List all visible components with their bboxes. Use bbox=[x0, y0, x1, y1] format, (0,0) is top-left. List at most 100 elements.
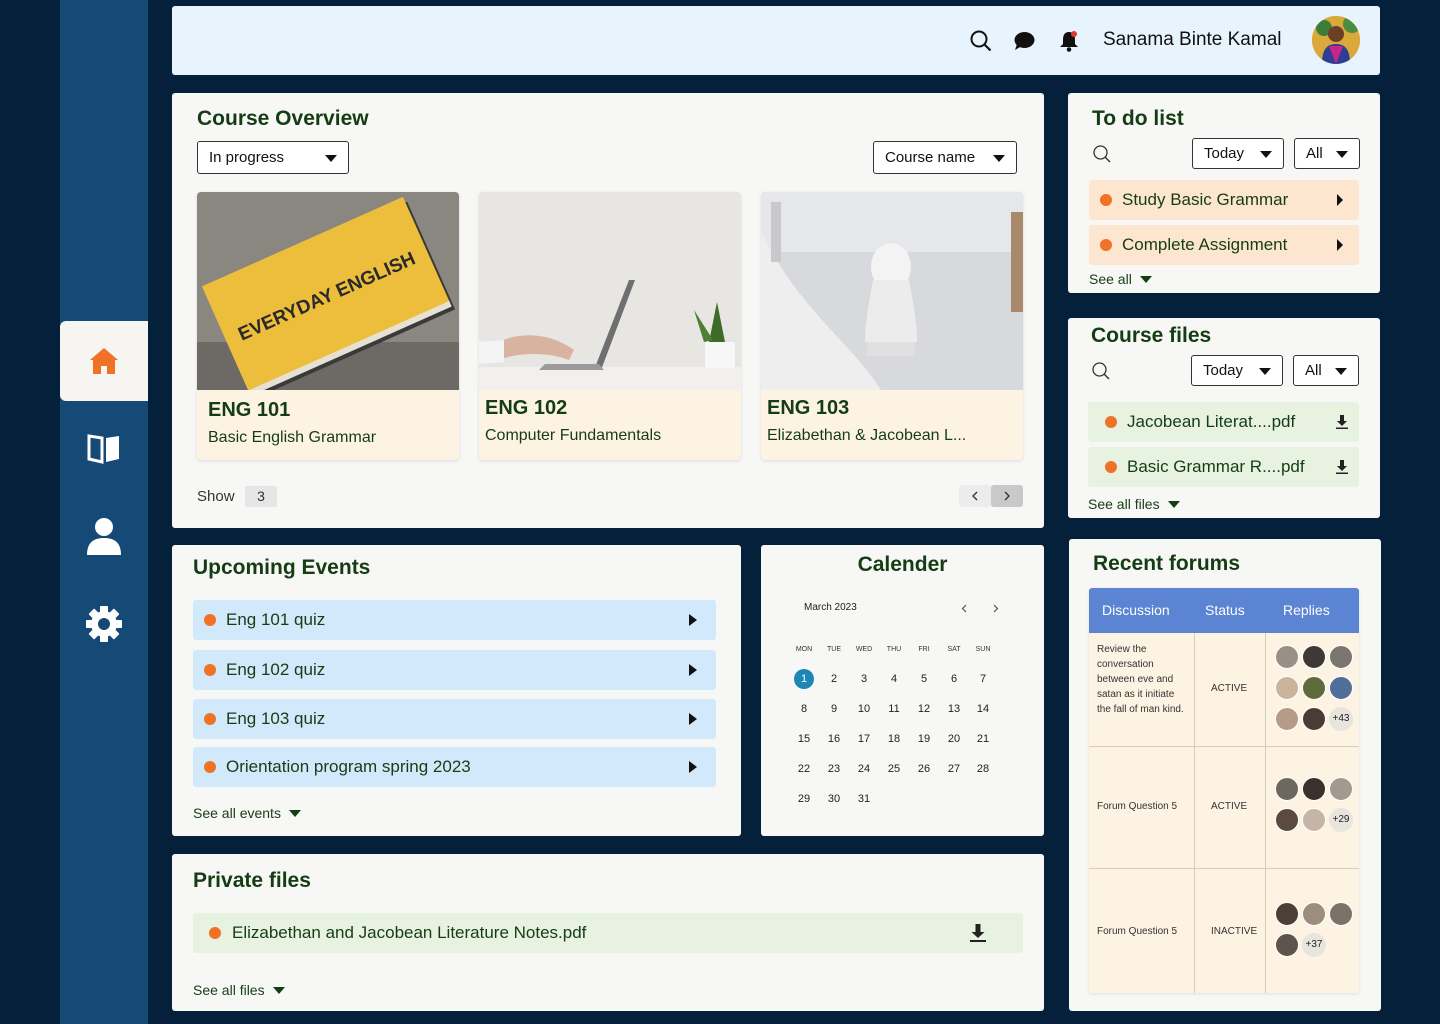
files-date-dropdown[interactable]: Today bbox=[1191, 355, 1283, 386]
course-card-eng103[interactable]: ENG 103 Elizabethan & Jacobean L... bbox=[761, 192, 1023, 460]
events-see-all-link[interactable]: See all events bbox=[193, 805, 301, 821]
more-replies-count[interactable]: +29 bbox=[1329, 808, 1353, 832]
avatar bbox=[1329, 645, 1353, 669]
avatar bbox=[1302, 902, 1326, 926]
sidebar-item-library[interactable] bbox=[60, 408, 148, 488]
column-header[interactable]: Discussion bbox=[1102, 602, 1170, 618]
calendar-day[interactable]: 21 bbox=[973, 729, 993, 749]
calendar-day[interactable]: 18 bbox=[884, 729, 904, 749]
avatar[interactable] bbox=[1312, 16, 1360, 64]
todo-panel: To do list Today All Study Basic Grammar… bbox=[1068, 93, 1380, 293]
column-header[interactable]: Status bbox=[1205, 602, 1245, 618]
todo-item-label: Study Basic Grammar bbox=[1122, 190, 1289, 209]
weekday-label: FRI bbox=[918, 646, 930, 653]
search-icon[interactable] bbox=[1093, 145, 1111, 163]
table-row[interactable]: Forum Question 5 INACTIVE +37 bbox=[1089, 869, 1359, 993]
next-page-button[interactable] bbox=[991, 485, 1023, 507]
chevron-right-icon[interactable] bbox=[993, 604, 999, 613]
course-name: Elizabethan & Jacobean L... bbox=[767, 427, 967, 444]
calendar-day[interactable]: 25 bbox=[884, 759, 904, 779]
reply-avatars: +37 bbox=[1275, 902, 1355, 962]
calendar-day[interactable]: 26 bbox=[914, 759, 934, 779]
see-all-label: See all events bbox=[193, 805, 281, 821]
table-row[interactable]: Review the conversation between eve and … bbox=[1089, 633, 1359, 746]
private-file-item[interactable]: Elizabethan and Jacobean Literature Note… bbox=[193, 913, 1023, 953]
todo-see-all-link[interactable]: See all bbox=[1089, 271, 1152, 287]
weekday-label: SUN bbox=[975, 646, 991, 653]
progress-filter-value: In progress bbox=[209, 149, 285, 166]
column-header[interactable]: Replies bbox=[1283, 602, 1330, 618]
sidebar-item-home[interactable] bbox=[60, 321, 148, 401]
event-item[interactable]: Eng 103 quiz bbox=[193, 699, 716, 739]
calendar-day[interactable]: 22 bbox=[794, 759, 814, 779]
calendar-day[interactable]: 6 bbox=[944, 669, 964, 689]
todo-title: To do list bbox=[1092, 107, 1184, 130]
calendar-day[interactable]: 27 bbox=[944, 759, 964, 779]
calendar-day[interactable]: 16 bbox=[824, 729, 844, 749]
table-row[interactable]: Forum Question 5 ACTIVE +29 bbox=[1089, 747, 1359, 868]
calendar-day[interactable]: 5 bbox=[914, 669, 934, 689]
file-name: Jacobean Literat....pdf bbox=[1127, 412, 1296, 431]
files-see-all-link[interactable]: See all files bbox=[1088, 496, 1180, 512]
calendar-day[interactable]: 11 bbox=[884, 699, 904, 719]
calendar-day[interactable]: 10 bbox=[854, 699, 874, 719]
todo-date-dropdown[interactable]: Today bbox=[1192, 138, 1284, 169]
files-date-value: Today bbox=[1203, 362, 1244, 379]
calendar-day[interactable]: 3 bbox=[854, 669, 874, 689]
event-item[interactable]: Orientation program spring 2023 bbox=[193, 747, 716, 787]
calendar-day[interactable]: 15 bbox=[794, 729, 814, 749]
sidebar-item-profile[interactable] bbox=[60, 496, 148, 576]
user-name[interactable]: Sanama Binte Kamal bbox=[1103, 29, 1282, 51]
calendar-day[interactable]: 13 bbox=[944, 699, 964, 719]
calendar-day[interactable]: 8 bbox=[794, 699, 814, 719]
calendar-day[interactable]: 14 bbox=[973, 699, 993, 719]
calendar-day-selected[interactable]: 1 bbox=[794, 669, 814, 689]
course-file-item[interactable]: Basic Grammar R....pdf bbox=[1088, 447, 1359, 487]
calendar-day[interactable]: 2 bbox=[824, 669, 844, 689]
chat-icon[interactable] bbox=[1014, 31, 1035, 51]
todo-item[interactable]: Complete Assignment bbox=[1089, 225, 1359, 265]
sort-dropdown[interactable]: Course name bbox=[873, 141, 1017, 174]
calendar-day[interactable]: 7 bbox=[973, 669, 993, 689]
event-item[interactable]: Eng 102 quiz bbox=[193, 650, 716, 690]
calendar-day[interactable]: 31 bbox=[854, 789, 874, 809]
calendar-day[interactable]: 20 bbox=[944, 729, 964, 749]
calendar-day[interactable]: 23 bbox=[824, 759, 844, 779]
calendar-day[interactable]: 9 bbox=[824, 699, 844, 719]
events-title: Upcoming Events bbox=[193, 556, 371, 579]
todo-item[interactable]: Study Basic Grammar bbox=[1089, 180, 1359, 220]
book-icon bbox=[87, 434, 119, 464]
course-file-item[interactable]: Jacobean Literat....pdf bbox=[1088, 402, 1359, 442]
download-icon[interactable] bbox=[1336, 460, 1348, 474]
avatar bbox=[1302, 707, 1326, 731]
calendar-day[interactable]: 12 bbox=[914, 699, 934, 719]
course-code: ENG 102 bbox=[485, 397, 568, 419]
search-icon[interactable] bbox=[1092, 362, 1110, 380]
progress-filter-dropdown[interactable]: In progress bbox=[197, 141, 349, 174]
more-replies-count[interactable]: +43 bbox=[1329, 707, 1353, 731]
download-icon[interactable] bbox=[970, 924, 986, 942]
private-files-see-all-link[interactable]: See all files bbox=[193, 982, 285, 998]
calendar-day[interactable]: 29 bbox=[794, 789, 814, 809]
calendar-day[interactable]: 4 bbox=[884, 669, 904, 689]
search-icon[interactable] bbox=[970, 30, 992, 52]
calendar-day[interactable]: 19 bbox=[914, 729, 934, 749]
show-count-select[interactable]: 3 bbox=[245, 486, 277, 507]
files-type-dropdown[interactable]: All bbox=[1293, 355, 1359, 386]
event-item[interactable]: Eng 101 quiz bbox=[193, 600, 716, 640]
calendar-day[interactable]: 28 bbox=[973, 759, 993, 779]
course-card-eng101[interactable]: EVERYDAY ENGLISH ENG 101 Basic English G… bbox=[197, 192, 459, 460]
bell-icon[interactable] bbox=[1059, 30, 1079, 52]
prev-page-button[interactable] bbox=[959, 485, 991, 507]
calendar-day[interactable]: 30 bbox=[824, 789, 844, 809]
sidebar-item-settings[interactable] bbox=[60, 584, 148, 664]
status-dot bbox=[1105, 461, 1117, 473]
course-card-eng102[interactable]: ENG 102 Computer Fundamentals bbox=[479, 192, 741, 460]
download-icon[interactable] bbox=[1336, 415, 1348, 429]
course-image-laptop bbox=[479, 192, 741, 390]
calendar-day[interactable]: 24 bbox=[854, 759, 874, 779]
more-replies-count[interactable]: +37 bbox=[1302, 933, 1326, 957]
todo-type-dropdown[interactable]: All bbox=[1294, 138, 1360, 169]
chevron-left-icon[interactable] bbox=[961, 604, 967, 613]
calendar-day[interactable]: 17 bbox=[854, 729, 874, 749]
